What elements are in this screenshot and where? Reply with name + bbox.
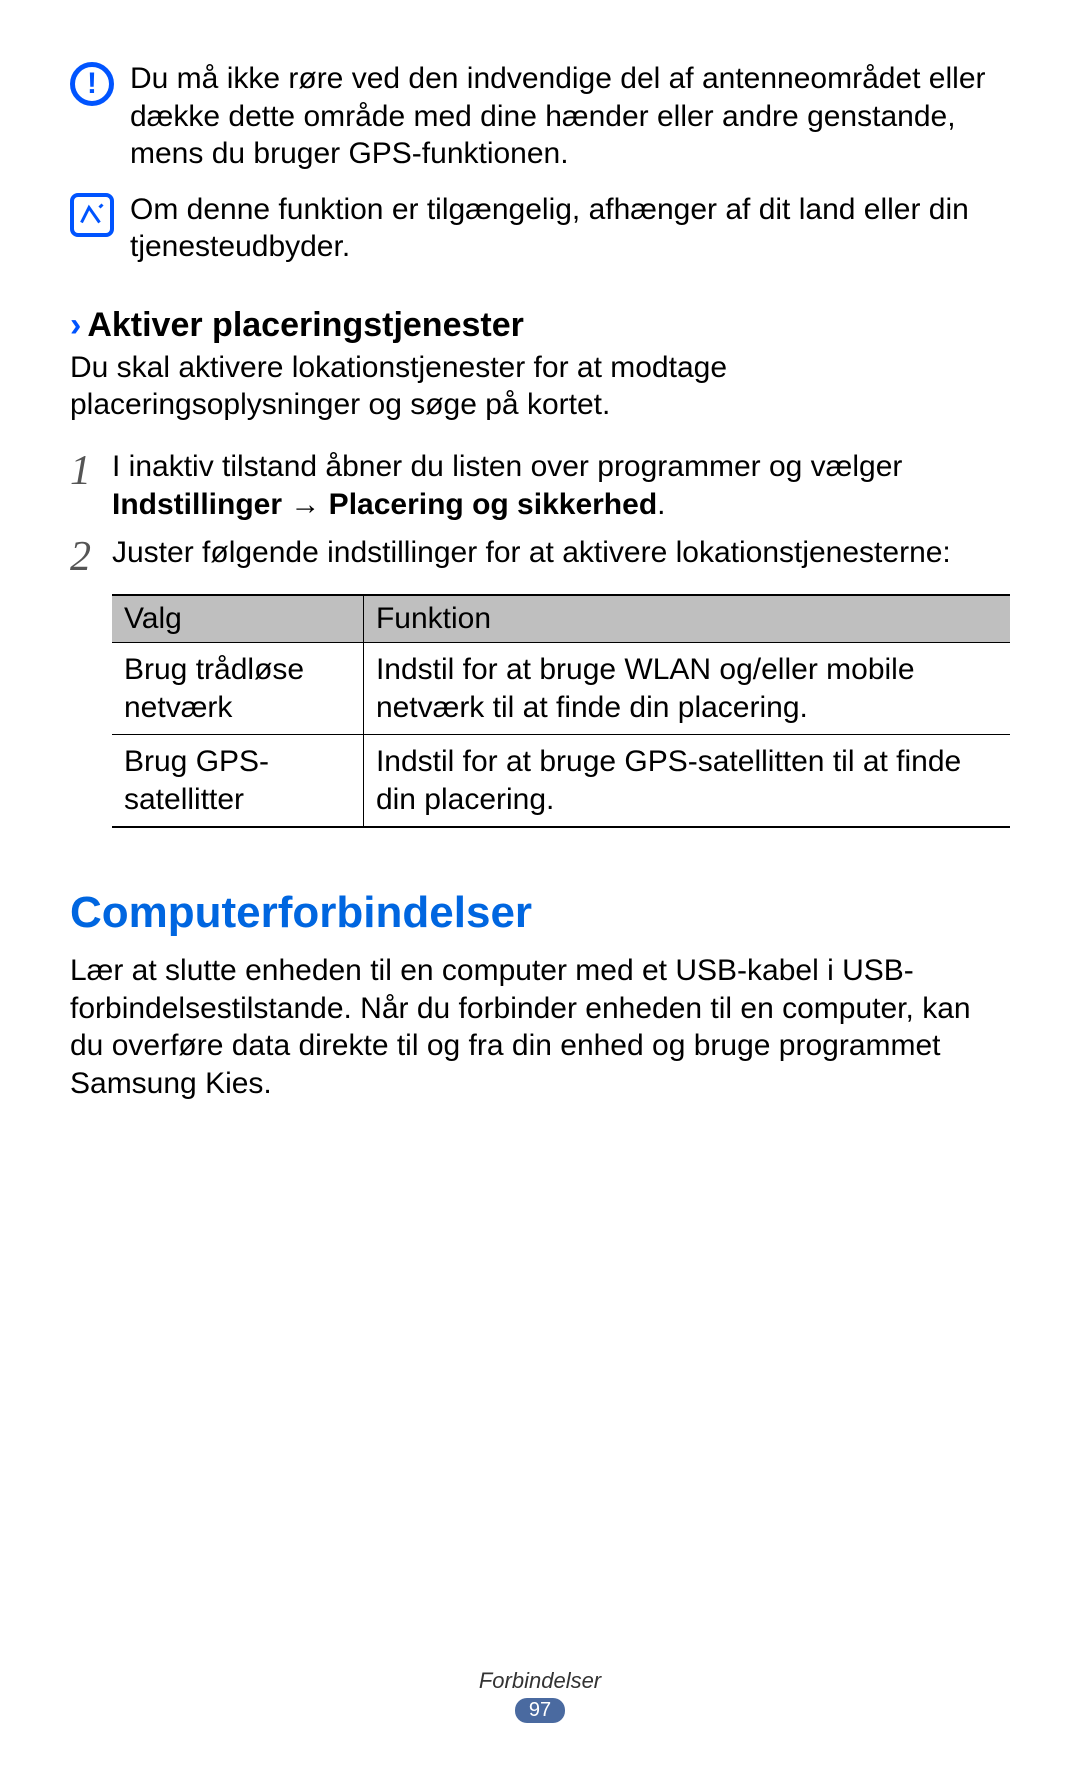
step-number-2: 2 bbox=[70, 534, 112, 578]
step-number-1: 1 bbox=[70, 448, 112, 492]
warning-text: Du må ikke røre ved den indvendige del a… bbox=[130, 60, 1010, 173]
chevron-right-icon: › bbox=[70, 306, 81, 345]
section-heading-computer: Computerforbindelser bbox=[70, 888, 1010, 938]
info-text: Om denne funktion er tilgængelig, afhæng… bbox=[130, 191, 1010, 266]
cell-fn-1: Indstil for at bruge GPS-satellitten til… bbox=[363, 735, 1010, 828]
note-icon bbox=[70, 193, 114, 237]
warning-icon-wrap: ! bbox=[70, 60, 130, 106]
info-note: Om denne funktion er tilgængelig, afhæng… bbox=[70, 191, 1010, 266]
th-valg: Valg bbox=[112, 595, 363, 643]
table-header-row: Valg Funktion bbox=[112, 595, 1010, 643]
step-1a: I inaktiv tilstand åbner du listen over … bbox=[112, 450, 902, 483]
subheading-text: Aktiver placeringstjenester bbox=[87, 306, 524, 345]
th-funktion: Funktion bbox=[363, 595, 1010, 643]
subheading-aktiver: › Aktiver placeringstjenester bbox=[70, 306, 1010, 345]
footer-label: Forbindelser bbox=[0, 1668, 1080, 1694]
page-number: 97 bbox=[515, 1698, 565, 1723]
step-1-text: I inaktiv tilstand åbner du listen over … bbox=[112, 448, 1010, 525]
step-1c: . bbox=[657, 488, 665, 521]
options-table: Valg Funktion Brug trådløse netværk Inds… bbox=[112, 594, 1010, 828]
info-icon-wrap bbox=[70, 191, 130, 237]
warning-note: ! Du må ikke røre ved den indvendige del… bbox=[70, 60, 1010, 173]
warning-icon: ! bbox=[70, 62, 114, 106]
step-2-text: Juster følgende indstillinger for at akt… bbox=[112, 534, 1010, 572]
table-row: Brug trådløse netværk Indstil for at bru… bbox=[112, 643, 1010, 735]
cell-opt-0: Brug trådløse netværk bbox=[112, 643, 363, 735]
page-footer: Forbindelser 97 bbox=[0, 1668, 1080, 1723]
step-2: 2 Juster følgende indstillinger for at a… bbox=[70, 534, 1010, 578]
section2-body: Lær at slutte enheden til en computer me… bbox=[70, 952, 1010, 1102]
step-1: 1 I inaktiv tilstand åbner du listen ove… bbox=[70, 448, 1010, 525]
cell-opt-1: Brug GPS-satellitter bbox=[112, 735, 363, 828]
page: ! Du må ikke røre ved den indvendige del… bbox=[0, 0, 1080, 1771]
step-1b: Indstillinger → Placering og sikkerhed bbox=[112, 488, 657, 521]
options-table-wrap: Valg Funktion Brug trådløse netværk Inds… bbox=[112, 594, 1010, 828]
table-row: Brug GPS-satellitter Indstil for at brug… bbox=[112, 735, 1010, 828]
cell-fn-0: Indstil for at bruge WLAN og/eller mobil… bbox=[363, 643, 1010, 735]
section1-intro: Du skal aktivere lokationstjenester for … bbox=[70, 349, 1010, 424]
